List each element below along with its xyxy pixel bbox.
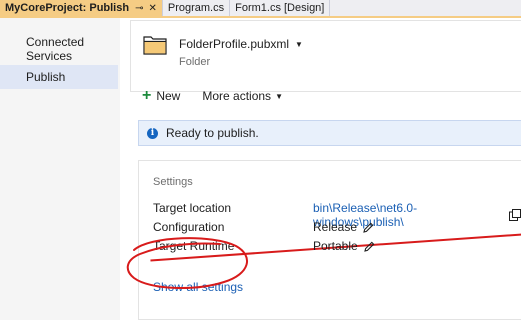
tab-label: MyCoreProject: Publish bbox=[5, 2, 130, 14]
status-message: Ready to publish. bbox=[166, 126, 259, 140]
tab-label: Program.cs bbox=[167, 2, 225, 14]
tab-form1-design[interactable]: Form1.cs [Design] bbox=[230, 0, 331, 16]
pencil-icon[interactable] bbox=[363, 222, 374, 233]
target-location-label: Target location bbox=[153, 201, 232, 215]
pencil-icon[interactable] bbox=[363, 241, 375, 252]
more-actions-button[interactable]: More actions ▼ bbox=[202, 89, 283, 103]
sidebar-item-label: Publish bbox=[26, 70, 66, 84]
configuration-text: Release bbox=[313, 220, 358, 234]
copy-icon[interactable] bbox=[509, 209, 521, 221]
chevron-down-icon: ▼ bbox=[295, 40, 303, 49]
new-label: New bbox=[156, 89, 181, 103]
plus-icon: + bbox=[142, 87, 152, 104]
new-profile-button[interactable]: + New bbox=[142, 87, 181, 104]
configuration-value: Release bbox=[313, 220, 374, 234]
profile-selector[interactable]: FolderProfile.pubxml ▼ bbox=[179, 37, 303, 51]
sidebar-item-publish[interactable]: Publish bbox=[0, 65, 118, 89]
left-navigation: Connected Services Publish bbox=[0, 18, 120, 320]
folder-icon bbox=[143, 35, 167, 58]
document-tab-strip: MyCoreProject: Publish ⊸ ✕ Program.cs Fo… bbox=[0, 0, 521, 18]
settings-title: Settings bbox=[153, 176, 193, 188]
tab-program-cs[interactable]: Program.cs bbox=[163, 0, 231, 16]
pin-icon[interactable]: ⊸ bbox=[135, 3, 143, 14]
profile-card: FolderProfile.pubxml ▼ Folder bbox=[130, 20, 521, 92]
profile-name: FolderProfile.pubxml bbox=[179, 37, 290, 51]
target-runtime-value: Portable bbox=[313, 239, 375, 253]
publish-main-panel: FolderProfile.pubxml ▼ Folder + New More … bbox=[130, 18, 521, 320]
status-info-bar: i Ready to publish. bbox=[138, 120, 521, 146]
close-icon[interactable]: ✕ bbox=[148, 3, 156, 14]
show-all-settings-link[interactable]: Show all settings bbox=[153, 280, 243, 294]
settings-card: Settings Target location bin\Release\net… bbox=[138, 160, 521, 320]
profile-type: Folder bbox=[179, 56, 211, 68]
tab-publish[interactable]: MyCoreProject: Publish ⊸ ✕ bbox=[0, 0, 163, 16]
target-runtime-text: Portable bbox=[313, 239, 358, 253]
configuration-label: Configuration bbox=[153, 220, 225, 234]
sidebar-item-connected-services[interactable]: Connected Services bbox=[0, 35, 118, 63]
chevron-down-icon: ▼ bbox=[275, 92, 283, 101]
publish-toolbar: + New More actions ▼ bbox=[142, 88, 283, 104]
info-icon: i bbox=[147, 127, 158, 139]
tab-label: Form1.cs [Design] bbox=[235, 2, 325, 14]
sidebar-item-label: Connected Services bbox=[26, 35, 85, 63]
more-actions-label: More actions bbox=[202, 89, 272, 103]
